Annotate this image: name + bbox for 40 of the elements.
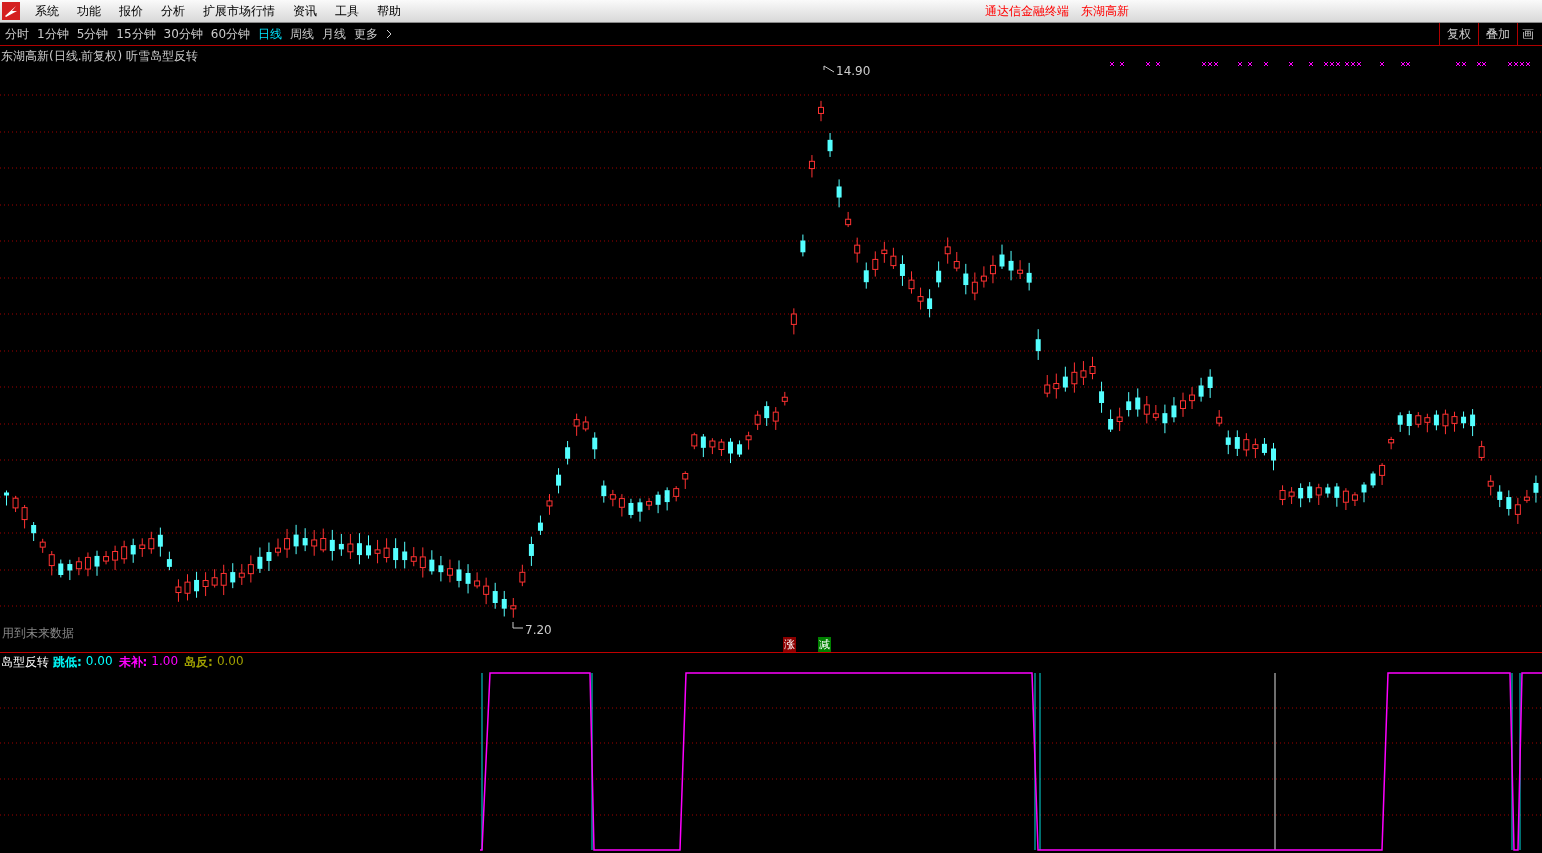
indicator-value: 1.00 (151, 654, 179, 670)
price-label: 7.20 (525, 623, 552, 637)
toolbar-button[interactable]: 复权 (1439, 23, 1478, 45)
signal-tag: 减 (818, 637, 831, 652)
indicator-label: 跳低: (53, 654, 82, 671)
period-tab[interactable]: 15分钟 (116, 25, 156, 43)
app-logo-icon[interactable] (2, 2, 20, 20)
chevron-right-icon[interactable] (386, 29, 393, 39)
menu-item[interactable]: 报价 (110, 2, 152, 20)
toolbar-button[interactable]: 画 (1517, 23, 1542, 45)
indicator-value: 0.00 (85, 654, 113, 670)
leader-line (823, 65, 835, 73)
period-tab[interactable]: 5分钟 (76, 25, 109, 43)
toolbar-button[interactable]: 叠加 (1478, 23, 1517, 45)
period-tab[interactable]: 1分钟 (37, 25, 69, 43)
indicator-value: 0.00 (216, 654, 244, 670)
menu-item[interactable]: 帮助 (368, 2, 410, 20)
signal-tag: 涨 (783, 637, 796, 652)
period-tab[interactable]: 日线 (258, 25, 283, 43)
menu-item[interactable]: 扩展市场行情 (194, 2, 284, 20)
warning-text: 用到未来数据 (2, 625, 74, 642)
period-tab[interactable]: 更多 (354, 25, 379, 43)
leader-line (512, 621, 524, 629)
period-tab[interactable]: 30分钟 (163, 25, 203, 43)
indicator-label: 未补: (118, 654, 148, 671)
menu-item[interactable]: 系统 (26, 2, 68, 20)
menu-item[interactable]: 工具 (326, 2, 368, 20)
period-tab[interactable]: 周线 (290, 25, 315, 43)
indicator-name: 岛型反转 (1, 654, 49, 671)
indicator-label: 岛反: (184, 654, 213, 671)
period-tab[interactable]: 60分钟 (210, 25, 251, 43)
app-title: 通达信金融终端 (985, 2, 1069, 20)
menu-item[interactable]: 资讯 (284, 2, 326, 20)
period-tab[interactable]: 月线 (322, 25, 347, 43)
period-tab[interactable]: 分时 (5, 25, 29, 43)
menu-item[interactable]: 分析 (152, 2, 194, 20)
chart-title: 东湖高新(日线.前复权) 听雪岛型反转 (1, 48, 198, 65)
menu-item[interactable]: 功能 (68, 2, 110, 20)
price-label: 14.90 (836, 64, 871, 78)
stock-name: 东湖高新 (1081, 2, 1129, 20)
